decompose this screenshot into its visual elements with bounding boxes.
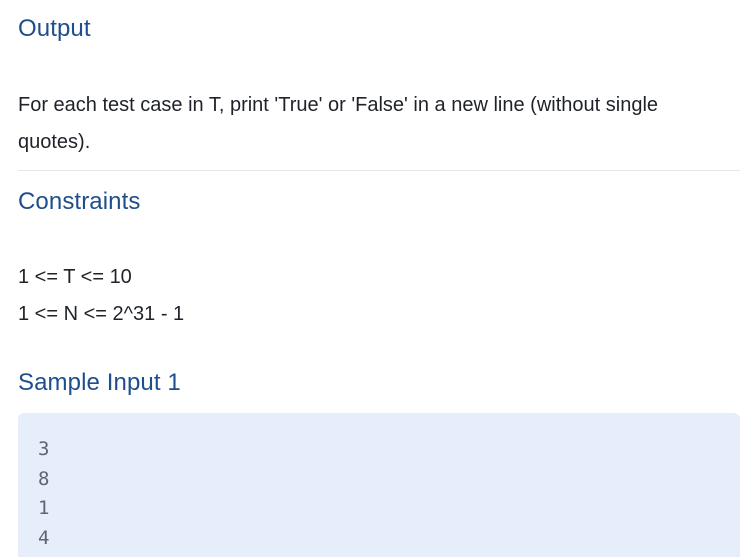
sample-input-heading: Sample Input 1 [18,369,181,396]
constraint-line: 1 <= N <= 2^31 - 1 [18,303,185,325]
sample-input-code: 3 8 1 4 [18,413,740,553]
output-description: For each test case in T, print 'True' or… [18,94,659,153]
constraints-list: 1 <= T <= 10 1 <= N <= 2^31 - 1 [18,259,184,333]
constraint-line: 1 <= T <= 10 [18,266,132,288]
sample-input-line: 1 [38,497,50,519]
sample-input-line: 8 [38,467,50,490]
constraints-heading: Constraints [18,188,141,215]
section-divider [18,170,740,171]
sample-input-line: 4 [38,526,50,549]
output-heading: Output [18,15,91,42]
sample-input-block: 3 8 1 4 [18,413,740,557]
sample-input-line: 3 [38,438,50,460]
